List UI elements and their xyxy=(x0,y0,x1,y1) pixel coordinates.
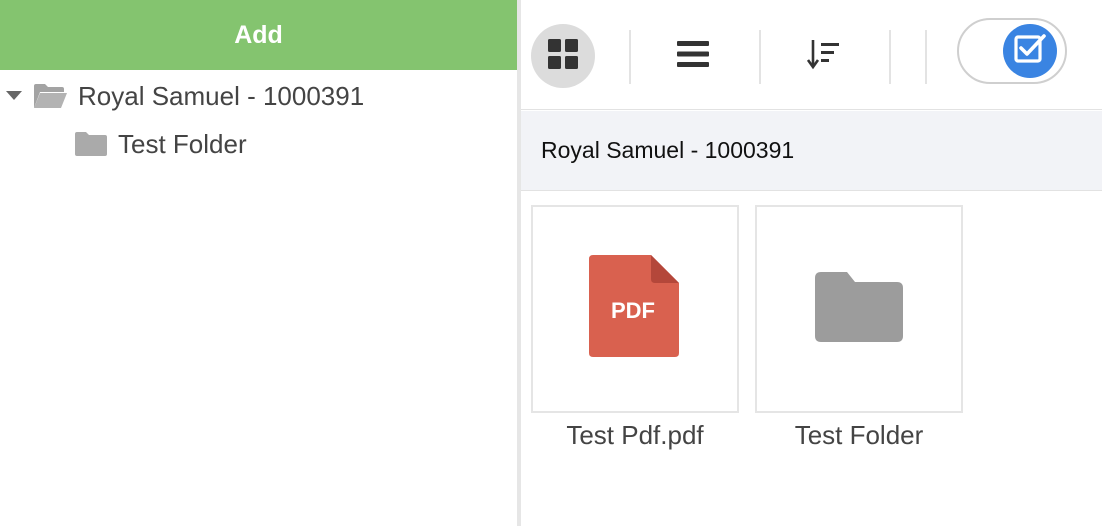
grid-view-icon xyxy=(548,38,578,74)
file-tile-folder[interactable] xyxy=(755,205,963,413)
caret-down-icon[interactable] xyxy=(4,76,24,116)
file-tile-pdf[interactable]: PDF xyxy=(531,205,739,413)
sort-button[interactable] xyxy=(793,24,853,88)
tree-item-test-folder[interactable]: Test Folder xyxy=(74,124,247,164)
file-tile-pdf-label: Test Pdf.pdf xyxy=(566,420,704,450)
toolbar-separator xyxy=(629,30,631,84)
folder-open-icon xyxy=(32,82,68,110)
view-toolbar xyxy=(521,0,1102,110)
sort-icon xyxy=(806,38,840,75)
list-view-icon xyxy=(677,40,709,72)
toolbar-separator xyxy=(889,30,891,84)
checkbox-icon xyxy=(1013,32,1047,71)
add-button-label: Add xyxy=(234,20,283,49)
file-tile-folder-label: Test Folder xyxy=(794,420,924,450)
breadcrumb-item[interactable]: Royal Samuel - 1000391 xyxy=(541,137,794,164)
pdf-badge-text: PDF xyxy=(611,298,655,323)
add-button[interactable]: Add xyxy=(0,0,517,70)
folder-icon xyxy=(815,271,903,347)
breadcrumb: Royal Samuel - 1000391 xyxy=(521,111,1102,191)
grid-view-button[interactable] xyxy=(531,24,595,88)
toolbar-separator xyxy=(925,30,927,84)
pdf-file-icon: PDF xyxy=(589,254,681,364)
content-panel: Royal Samuel - 1000391 PDF Test Pdf.pdf … xyxy=(521,0,1102,526)
tree-item-root-label: Royal Samuel - 1000391 xyxy=(78,80,365,111)
file-manager: Add Royal Samuel - 1000391 Test Folder R… xyxy=(0,0,1102,526)
tree-item-root[interactable]: Royal Samuel - 1000391 xyxy=(4,76,364,116)
toggle-knob xyxy=(1003,24,1057,78)
folder-icon xyxy=(74,131,108,157)
selection-mode-toggle[interactable] xyxy=(957,18,1067,84)
tree-item-test-folder-label: Test Folder xyxy=(118,128,247,159)
toolbar-separator xyxy=(759,30,761,84)
folder-tree-panel: Add Royal Samuel - 1000391 Test Folder xyxy=(0,0,517,526)
list-view-button[interactable] xyxy=(663,24,723,88)
